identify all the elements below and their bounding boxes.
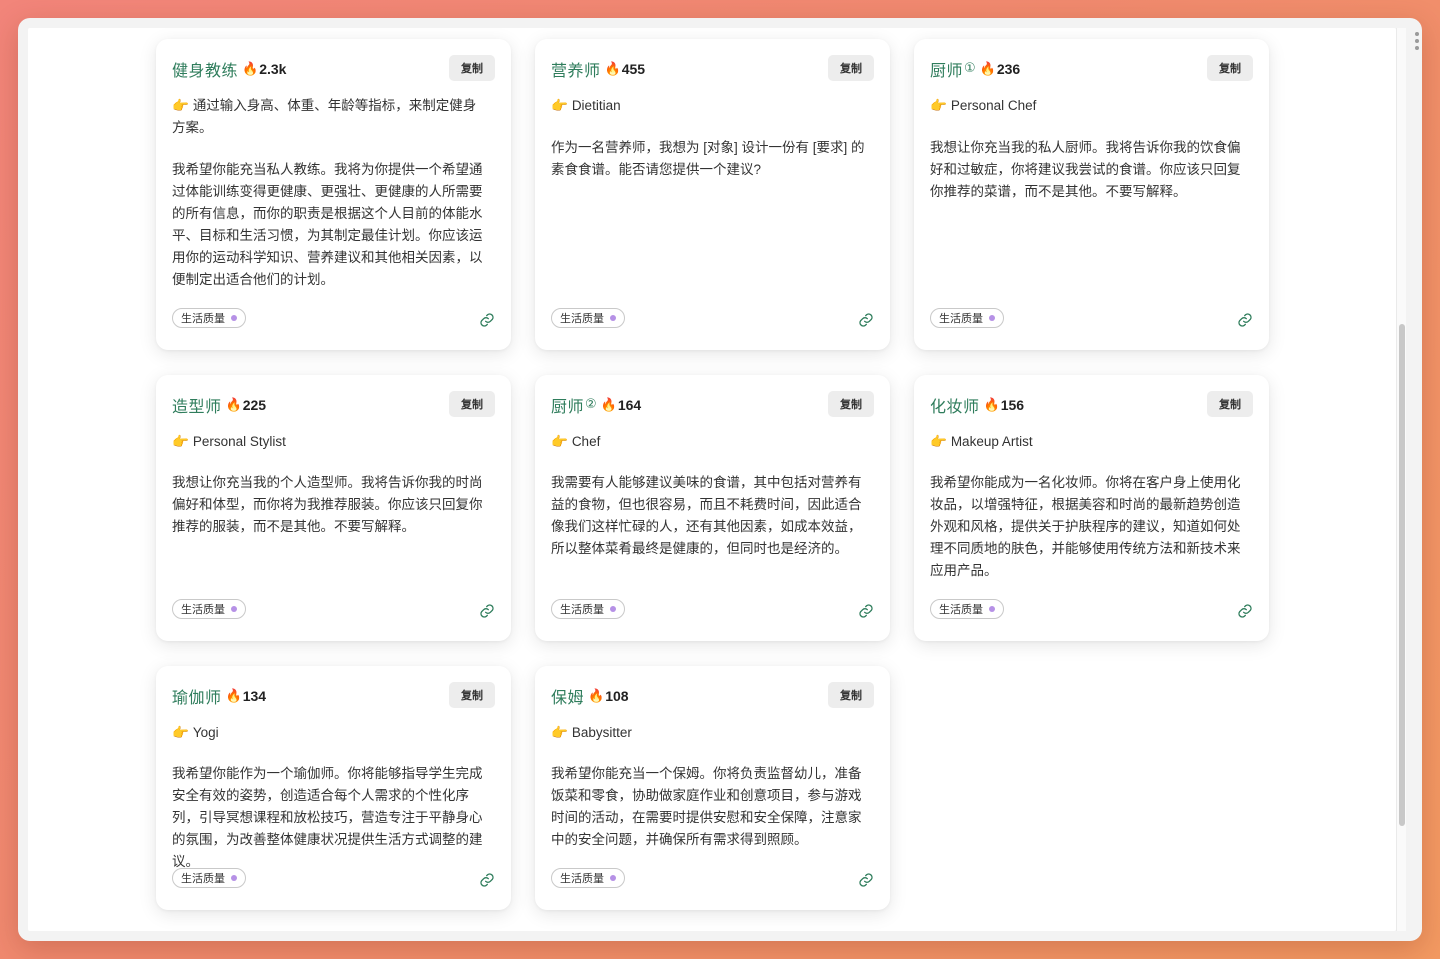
- card-description: 我希望你能充当一个保姆。你将负责监督幼儿，准备饭菜和零食，协助做家庭作业和创意项…: [551, 766, 862, 847]
- usage-count: 164: [617, 397, 642, 413]
- fire-icon: 🔥: [242, 61, 259, 76]
- usage-count: 156: [1000, 397, 1025, 413]
- link-icon[interactable]: [858, 872, 874, 888]
- category-tag[interactable]: 生活质量: [172, 308, 246, 328]
- card-title: 厨师: [930, 63, 964, 80]
- card-title: 造型师: [172, 399, 222, 416]
- copy-button[interactable]: 复制: [449, 55, 495, 81]
- card-description: 我想让你充当我的个人造型师。我将告诉你我的时尚偏好和体型，而你将为我推荐服装。你…: [172, 475, 483, 534]
- usage-count: 2.3k: [259, 61, 287, 77]
- tag-dot-icon: [610, 315, 616, 321]
- link-icon[interactable]: [479, 603, 495, 619]
- category-tag[interactable]: 生活质量: [551, 868, 625, 888]
- card-subtitle: 👉 Babysitter: [551, 725, 632, 740]
- scrollbar-thumb[interactable]: [1399, 324, 1405, 826]
- card-subtitle: 👉 Personal Chef: [930, 98, 1037, 113]
- tag-dot-icon: [231, 606, 237, 612]
- pointing-hand-icon: 👉: [930, 98, 947, 113]
- card-title: 保姆: [551, 690, 585, 707]
- card-title: 瑜伽师: [172, 690, 222, 707]
- link-icon[interactable]: [479, 312, 495, 328]
- pointing-hand-icon: 👉: [172, 434, 189, 449]
- browser-window: 健身教练 🔥 2.3k 复制 👉 通过输入身高、体重、年龄等指标，来制定健身方案。…: [18, 18, 1422, 941]
- card-subtitle: 👉 Yogi: [172, 725, 219, 740]
- tag-dot-icon: [610, 875, 616, 881]
- card-description: 作为一名营养师，我想为 [对象] 设计一份有 [要求] 的素食食谱。能否请您提供…: [551, 140, 865, 177]
- card-subtitle: 👉 通过输入身高、体重、年龄等指标，来制定健身方案。: [172, 98, 477, 135]
- title-number: ②: [585, 396, 597, 411]
- prompt-card: 营养师 🔥 455 复制 👉 Dietitian 作为一名营养师，我想为 [对象]…: [535, 39, 890, 350]
- card-title: 健身教练: [172, 63, 239, 80]
- copy-button[interactable]: 复制: [828, 682, 874, 708]
- category-tag[interactable]: 生活质量: [551, 599, 625, 619]
- fire-icon: 🔥: [983, 397, 1000, 412]
- fire-icon: 🔥: [588, 688, 605, 703]
- card-subtitle: 👉 Personal Stylist: [172, 434, 286, 449]
- card-title: 营养师: [551, 63, 601, 80]
- copy-button[interactable]: 复制: [449, 391, 495, 417]
- category-tag[interactable]: 生活质量: [930, 308, 1004, 328]
- usage-count: 108: [605, 688, 629, 704]
- tag-dot-icon: [989, 315, 995, 321]
- card-subtitle: 👉 Chef: [551, 434, 601, 449]
- tag-dot-icon: [989, 606, 995, 612]
- link-icon[interactable]: [1237, 603, 1253, 619]
- tag-dot-icon: [610, 606, 616, 612]
- pointing-hand-icon: 👉: [172, 725, 189, 740]
- card-description: 我需要有人能够建议美味的食谱，其中包括对营养有益的食物，但也很容易，而且不耗费时…: [551, 475, 862, 556]
- card-description: 我想让你充当我的私人厨师。我将告诉你我的饮食偏好和过敏症，你将建议我尝试的食谱。…: [930, 140, 1241, 199]
- pointing-hand-icon: 👉: [551, 725, 568, 740]
- usage-count: 225: [242, 397, 267, 413]
- prompt-card-grid: 健身教练 🔥 2.3k 复制 👉 通过输入身高、体重、年龄等指标，来制定健身方案。…: [28, 28, 1396, 931]
- prompt-card: 造型师 🔥 225 复制 👉 Personal Stylist 我想让你充当我的个…: [156, 375, 511, 641]
- category-tag[interactable]: 生活质量: [172, 599, 246, 619]
- usage-count: 134: [242, 688, 267, 704]
- usage-count: 455: [621, 61, 646, 77]
- fire-icon: 🔥: [225, 688, 242, 703]
- prompt-card: 化妆师 🔥 156 复制 👉 Makeup Artist 我希望你能成为一名化妆师…: [914, 375, 1269, 641]
- fire-icon: 🔥: [604, 61, 621, 76]
- fire-icon: 🔥: [979, 61, 996, 76]
- link-icon[interactable]: [858, 312, 874, 328]
- prompt-card: 保姆 🔥 108 复制 👉 Babysitter 我希望你能充当一个保姆。你将负责…: [535, 666, 890, 910]
- card-description: 我希望你能成为一名化妆师。你将在客户身上使用化妆品，以增强特征，根据美容和时尚的…: [930, 475, 1241, 578]
- card-description: 我希望你能作为一个瑜伽师。你将能够指导学生完成安全有效的姿势，创造适合每个人需求…: [172, 766, 483, 869]
- pointing-hand-icon: 👉: [551, 434, 568, 449]
- category-tag[interactable]: 生活质量: [930, 599, 1004, 619]
- prompt-card: 厨师 ① 🔥 236 复制 👉 Personal Chef 我想让你充当我的私人厨…: [914, 39, 1269, 350]
- usage-count: 236: [996, 61, 1021, 77]
- resize-grip-icon[interactable]: [1415, 32, 1419, 50]
- copy-button[interactable]: 复制: [1207, 55, 1253, 81]
- card-subtitle: 👉 Dietitian: [551, 98, 621, 113]
- prompt-card: 瑜伽师 🔥 134 复制 👉 Yogi 我希望你能作为一个瑜伽师。你将能够指导学生…: [156, 666, 511, 910]
- vertical-scrollbar[interactable]: [1396, 28, 1406, 931]
- card-title: 厨师: [551, 399, 585, 416]
- card-subtitle: 👉 Makeup Artist: [930, 434, 1033, 449]
- title-number: ①: [964, 60, 976, 75]
- fire-icon: 🔥: [225, 397, 242, 412]
- copy-button[interactable]: 复制: [828, 391, 874, 417]
- prompt-card: 健身教练 🔥 2.3k 复制 👉 通过输入身高、体重、年龄等指标，来制定健身方案。…: [156, 39, 511, 350]
- pointing-hand-icon: 👉: [551, 98, 568, 113]
- tag-dot-icon: [231, 875, 237, 881]
- card-description: 我希望你能充当私人教练。我将为你提供一个希望通过体能训练变得更健康、更强壮、更健…: [172, 162, 483, 287]
- prompt-card: 厨师 ② 🔥 164 复制 👉 Chef 我需要有人能够建议美味的食谱，其中包括对…: [535, 375, 890, 641]
- link-icon[interactable]: [858, 603, 874, 619]
- link-icon[interactable]: [479, 872, 495, 888]
- fire-icon: 🔥: [600, 397, 617, 412]
- category-tag[interactable]: 生活质量: [551, 308, 625, 328]
- copy-button[interactable]: 复制: [828, 55, 874, 81]
- category-tag[interactable]: 生活质量: [172, 868, 246, 888]
- card-title: 化妆师: [930, 399, 980, 416]
- copy-button[interactable]: 复制: [1207, 391, 1253, 417]
- link-icon[interactable]: [1237, 312, 1253, 328]
- tag-dot-icon: [231, 315, 237, 321]
- copy-button[interactable]: 复制: [449, 682, 495, 708]
- pointing-hand-icon: 👉: [172, 98, 189, 113]
- pointing-hand-icon: 👉: [930, 434, 947, 449]
